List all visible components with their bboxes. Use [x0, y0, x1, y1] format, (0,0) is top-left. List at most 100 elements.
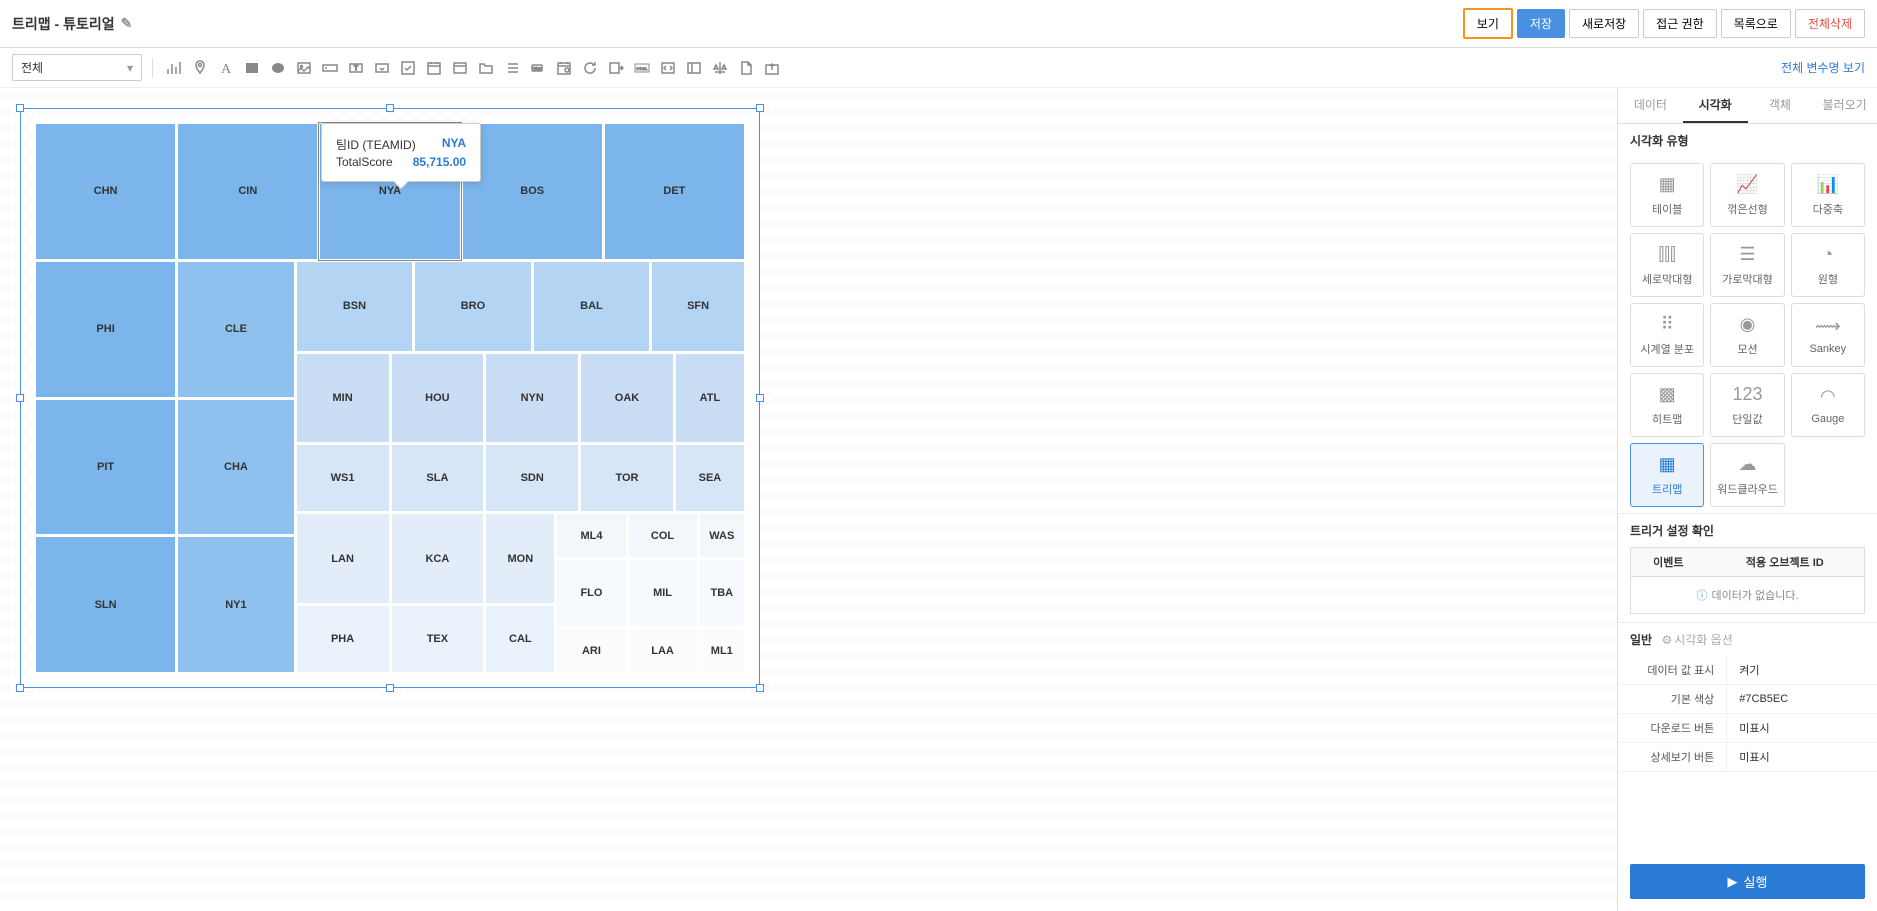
resize-handle-tr[interactable] — [756, 104, 764, 112]
save-button[interactable]: 저장 — [1517, 9, 1565, 38]
tab-data[interactable]: 데이터 — [1618, 88, 1683, 123]
viz-type-sankey[interactable]: ⟿Sankey — [1791, 303, 1865, 367]
treemap-cell[interactable]: HOU — [391, 353, 485, 444]
folder-icon[interactable] — [475, 57, 497, 79]
treemap-cell[interactable]: ML4 — [556, 513, 626, 558]
tab-load[interactable]: 불러오기 — [1812, 88, 1877, 123]
treemap-cell[interactable]: SLN — [35, 536, 176, 673]
selection-frame[interactable]: CHN CIN NYA BOS DET PHI PIT SLN CLE CHA … — [20, 108, 760, 688]
viz-type-vbar[interactable]: ⫿⫿⫿세로막대형 — [1630, 233, 1704, 297]
viz-type-heatmap[interactable]: ▩히트맵 — [1630, 373, 1704, 437]
viz-type-line[interactable]: 📈꺾은선형 — [1710, 163, 1784, 227]
prop-value[interactable]: 미표시 — [1727, 743, 1877, 772]
treemap-cell[interactable]: BSN — [296, 261, 414, 352]
resize-handle-bc[interactable] — [386, 684, 394, 692]
tab-object[interactable]: 객체 — [1748, 88, 1813, 123]
treemap-cell[interactable]: ML1 — [699, 628, 745, 673]
list-button[interactable]: 목록으로 — [1721, 9, 1791, 38]
textbox-icon[interactable]: T — [345, 57, 367, 79]
upload-icon[interactable] — [761, 57, 783, 79]
document-icon[interactable] — [735, 57, 757, 79]
treemap-cell[interactable]: CLE — [177, 261, 295, 398]
resize-handle-bl[interactable] — [16, 684, 24, 692]
treemap-cell[interactable]: OAK — [580, 353, 674, 444]
calendar-icon[interactable] — [423, 57, 445, 79]
map-icon[interactable] — [189, 57, 211, 79]
filter-select[interactable]: 전체 — [12, 54, 142, 81]
treemap-cell[interactable]: WAS — [699, 513, 745, 558]
treemap-cell[interactable]: MON — [485, 513, 555, 604]
input-icon[interactable] — [319, 57, 341, 79]
tab-visualization[interactable]: 시각화 — [1683, 88, 1748, 123]
run-button[interactable]: ▶ 실행 — [1630, 864, 1865, 899]
treemap-cell[interactable]: NYN — [485, 353, 579, 444]
dropdown-icon[interactable] — [371, 57, 393, 79]
treemap-cell[interactable]: TBA — [699, 559, 745, 627]
bar-chart-icon[interactable] — [163, 57, 185, 79]
export-icon[interactable] — [605, 57, 627, 79]
treemap-cell[interactable]: PHI — [35, 261, 176, 398]
treemap-cell[interactable]: SFN — [651, 261, 745, 352]
treemap-chart[interactable]: CHN CIN NYA BOS DET PHI PIT SLN CLE CHA … — [35, 123, 745, 673]
treemap-cell[interactable]: SDN — [485, 444, 579, 512]
view-button[interactable]: 보기 — [1463, 8, 1513, 39]
text-icon[interactable]: A — [215, 57, 237, 79]
treemap-cell[interactable]: KCA — [391, 513, 485, 604]
viz-type-tscatter[interactable]: ⠿시계열 분포 — [1630, 303, 1704, 367]
refresh-icon[interactable] — [579, 57, 601, 79]
treemap-cell[interactable]: LAN — [296, 513, 390, 604]
treemap-cell[interactable]: CAL — [485, 605, 555, 673]
show-all-vars-link[interactable]: 전체 변수명 보기 — [1781, 59, 1865, 76]
panel-icon[interactable] — [683, 57, 705, 79]
viz-type-hbar[interactable]: ☰가로막대형 — [1710, 233, 1784, 297]
treemap-cell[interactable]: CHA — [177, 399, 295, 536]
resize-handle-tl[interactable] — [16, 104, 24, 112]
prop-value[interactable]: 미표시 — [1727, 714, 1877, 743]
treemap-cell[interactable]: BOS — [462, 123, 603, 260]
image-icon[interactable] — [293, 57, 315, 79]
date-icon[interactable] — [553, 57, 575, 79]
treemap-cell[interactable]: BRO — [414, 261, 532, 352]
treemap-cell[interactable]: SEA — [675, 444, 745, 512]
resize-handle-tc[interactable] — [386, 104, 394, 112]
treemap-cell[interactable]: COL — [628, 513, 698, 558]
treemap-cell[interactable]: ATL — [675, 353, 745, 444]
treemap-cell[interactable]: PIT — [35, 399, 176, 536]
treemap-cell[interactable]: MIN — [296, 353, 390, 444]
treemap-cell[interactable]: MIL — [628, 559, 698, 627]
treemap-cell[interactable]: NY1 — [177, 536, 295, 673]
resize-handle-mr[interactable] — [756, 394, 764, 402]
rect-icon[interactable] — [241, 57, 263, 79]
viz-type-table[interactable]: ▦테이블 — [1630, 163, 1704, 227]
viz-type-gauge[interactable]: ◠Gauge — [1791, 373, 1865, 437]
delete-all-button[interactable]: 전체삭제 — [1795, 9, 1865, 38]
treemap-cell[interactable]: TOR — [580, 444, 674, 512]
canvas[interactable]: CHN CIN NYA BOS DET PHI PIT SLN CLE CHA … — [0, 88, 1617, 911]
treemap-cell[interactable]: BAL — [533, 261, 651, 352]
html-icon[interactable]: HTML — [631, 57, 653, 79]
treemap-cell[interactable]: SLA — [391, 444, 485, 512]
balance-icon[interactable] — [709, 57, 731, 79]
permission-button[interactable]: 접근 권한 — [1643, 9, 1717, 38]
edit-title-icon[interactable]: ✎ — [121, 15, 133, 32]
treemap-cell[interactable]: TEX — [391, 605, 485, 673]
treemap-cell[interactable]: ARI — [556, 628, 626, 673]
tag-icon[interactable]: TAG — [527, 57, 549, 79]
treemap-cell[interactable]: CHN — [35, 123, 176, 260]
viz-type-pie[interactable]: ◔원형 — [1791, 233, 1865, 297]
saveas-button[interactable]: 새로저장 — [1569, 9, 1639, 38]
treemap-cell[interactable]: PHA — [296, 605, 390, 673]
treemap-cell[interactable]: FLO — [556, 559, 626, 627]
resize-handle-br[interactable] — [756, 684, 764, 692]
viz-type-multiaxis[interactable]: 📊다중축 — [1791, 163, 1865, 227]
viz-type-single[interactable]: 123단일값 — [1710, 373, 1784, 437]
treemap-cell[interactable]: WS1 — [296, 444, 390, 512]
list-icon[interactable] — [501, 57, 523, 79]
checkbox-icon[interactable] — [397, 57, 419, 79]
viz-type-treemap[interactable]: ▦트리맵 — [1630, 443, 1704, 507]
treemap-cell[interactable]: LAA — [628, 628, 698, 673]
ellipse-icon[interactable] — [267, 57, 289, 79]
viz-type-motion[interactable]: ◉모션 — [1710, 303, 1784, 367]
treemap-cell[interactable]: CIN — [177, 123, 318, 260]
prop-value[interactable]: 켜기 — [1727, 656, 1877, 685]
